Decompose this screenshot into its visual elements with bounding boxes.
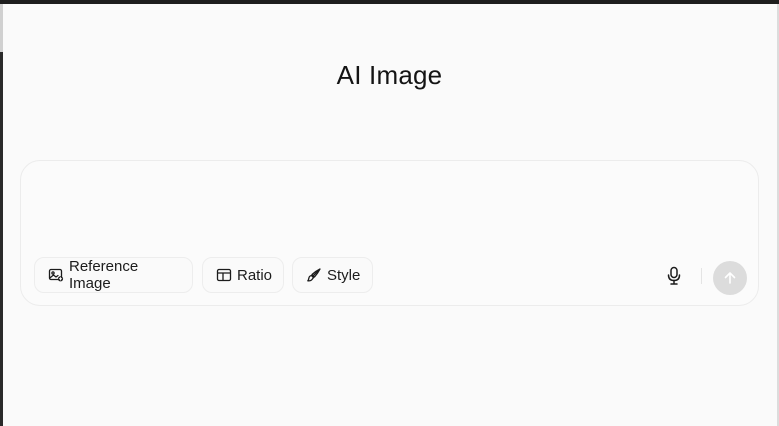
page-title: AI Image xyxy=(336,60,443,90)
microphone-icon xyxy=(665,266,683,286)
reference-image-button[interactable]: Reference Image xyxy=(34,257,193,293)
toolbar-divider xyxy=(701,268,702,284)
reference-image-label: Reference Image xyxy=(69,258,139,292)
style-label: Style xyxy=(327,266,361,284)
arrow-up-icon xyxy=(722,270,738,286)
prompt-input[interactable] xyxy=(37,173,741,257)
prompt-composer: Reference Image Ratio Style xyxy=(20,160,759,306)
voice-input-button[interactable] xyxy=(663,265,685,287)
style-button[interactable]: Style xyxy=(292,257,373,293)
aspect-ratio-icon xyxy=(216,267,232,283)
image-upload-icon xyxy=(48,267,64,283)
send-button[interactable] xyxy=(713,261,747,295)
window-top-border xyxy=(0,0,779,4)
ratio-button[interactable]: Ratio xyxy=(202,257,284,293)
ratio-label: Ratio xyxy=(237,266,273,284)
brush-icon xyxy=(306,267,322,283)
